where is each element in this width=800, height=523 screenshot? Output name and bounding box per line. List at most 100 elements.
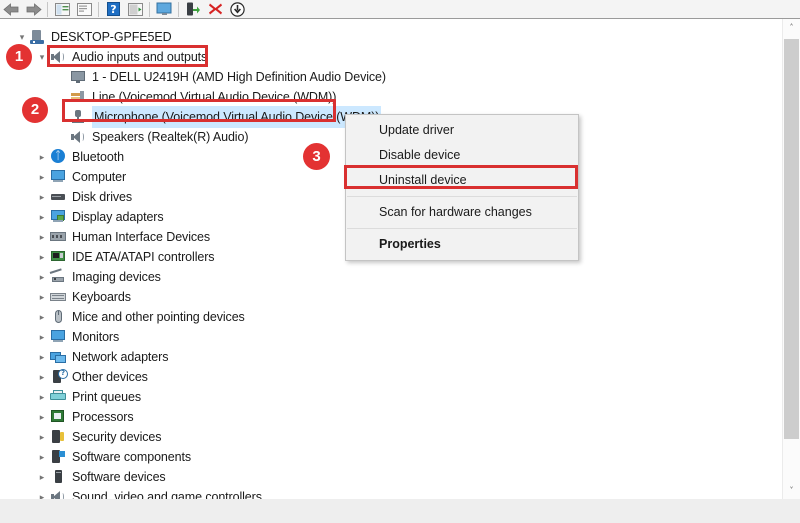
scan-hardware-glyph	[127, 2, 143, 16]
tree-item-dell-u2419h[interactable]: 1 - DELL U2419H (AMD High Definition Aud…	[54, 67, 386, 87]
other-device-icon: ?	[50, 369, 68, 385]
annotation-badge-1: 1	[6, 44, 32, 70]
annotation-badge-2: 2	[22, 97, 48, 123]
back-icon[interactable]	[0, 0, 22, 18]
tree-item-label: Computer	[72, 170, 127, 184]
device-plus-glyph	[187, 2, 200, 16]
chevron-right-icon[interactable]: ▸	[34, 487, 50, 499]
scrollbar-thumb[interactable]	[784, 39, 799, 439]
software-component-icon	[50, 449, 67, 465]
tree-item-label: Imaging devices	[72, 270, 161, 284]
chevron-right-icon[interactable]: ▸	[34, 367, 50, 387]
tree-item-keyboards[interactable]: ▸ Keyboards	[34, 287, 131, 307]
chevron-down-icon[interactable]: ▾	[34, 47, 50, 67]
network-adapter-icon	[50, 349, 67, 365]
tree-item-bluetooth[interactable]: ▸ ᛏ Bluetooth	[34, 147, 124, 167]
tree-item-label: Bluetooth	[72, 150, 124, 164]
scan-hardware-changes-icon[interactable]	[124, 0, 146, 18]
security-device-icon	[50, 429, 67, 445]
menu-separator	[347, 228, 577, 229]
printer-icon	[50, 389, 67, 405]
update-driver-icon[interactable]	[153, 0, 175, 18]
forward-icon[interactable]	[22, 0, 44, 18]
toolbar-separator	[98, 1, 99, 17]
red-x-glyph	[208, 3, 222, 15]
tree-item-ide-ata-atapi-controllers[interactable]: ▸ IDE ATA/ATAPI controllers	[34, 247, 215, 267]
tree-item-root[interactable]: ▾ DESKTOP-GPFE5ED	[14, 27, 172, 47]
mouse-icon	[50, 309, 67, 325]
chevron-right-icon[interactable]: ▸	[34, 147, 50, 167]
console-tree-glyph	[54, 2, 70, 16]
chevron-right-icon[interactable]: ▸	[34, 387, 50, 407]
human-interface-device-icon	[50, 229, 67, 245]
tree-item-label: Microphone (Voicemod Virtual Audio Devic…	[92, 106, 382, 128]
chevron-right-icon[interactable]: ▸	[34, 287, 50, 307]
toolbar-separator	[178, 1, 179, 17]
annotation-badge-3: 3	[303, 143, 330, 170]
tree-item-label: Sound, video and game controllers	[72, 490, 262, 499]
menu-item-disable-device[interactable]: Disable device	[346, 143, 578, 168]
tree-item-other-devices[interactable]: ▸ ? Other devices	[34, 367, 148, 387]
show-hide-console-tree-icon[interactable]	[51, 0, 73, 18]
processor-icon	[50, 409, 67, 425]
tree-item-print-queues[interactable]: ▸ Print queues	[34, 387, 141, 407]
tree-item-display-adapters[interactable]: ▸ Display adapters	[34, 207, 164, 227]
chevron-right-icon[interactable]: ▸	[34, 447, 50, 467]
speaker-icon	[70, 129, 87, 145]
svg-text:?: ?	[110, 3, 116, 16]
chevron-right-icon[interactable]: ▸	[34, 207, 50, 227]
speaker-icon	[50, 49, 67, 65]
scroll-down-icon[interactable]: ˅	[783, 482, 800, 499]
menu-item-uninstall-device[interactable]: Uninstall device	[346, 168, 578, 193]
context-menu[interactable]: Update driver Disable device Uninstall d…	[345, 114, 579, 261]
chevron-right-icon[interactable]: ▸	[34, 267, 50, 287]
tree-item-label: Software components	[72, 450, 191, 464]
tree-item-label: Line (Voicemod Virtual Audio Device (WDM…	[92, 90, 337, 104]
tree-item-label: Network adapters	[72, 350, 169, 364]
tree-item-line-voicemod[interactable]: Line (Voicemod Virtual Audio Device (WDM…	[54, 87, 336, 107]
uninstall-device-icon[interactable]	[204, 0, 226, 18]
menu-item-scan-for-hardware-changes[interactable]: Scan for hardware changes	[346, 200, 578, 225]
tree-item-human-interface-devices[interactable]: ▸ Human Interface Devices	[34, 227, 210, 247]
tree-item-speakers-realtek[interactable]: Speakers (Realtek(R) Audio)	[54, 127, 249, 147]
tree-item-mice-and-other-pointing-devices[interactable]: ▸ Mice and other pointing devices	[34, 307, 245, 327]
tree-item-processors[interactable]: ▸ Processors	[34, 407, 134, 427]
tree-item-microphone-voicemod[interactable]: Microphone (Voicemod Virtual Audio Devic…	[54, 106, 382, 128]
display-adapter-icon	[50, 209, 67, 225]
tree-item-monitors[interactable]: ▸ Monitors	[34, 327, 119, 347]
tree-item-security-devices[interactable]: ▸ Security devices	[34, 427, 162, 447]
tree-item-disk-drives[interactable]: ▸ Disk drives	[34, 187, 132, 207]
tree-item-label: Speakers (Realtek(R) Audio)	[92, 130, 249, 144]
menu-item-properties[interactable]: Properties	[346, 232, 578, 257]
bottom-band	[0, 499, 800, 523]
chevron-right-icon[interactable]: ▸	[34, 347, 50, 367]
chevron-right-icon[interactable]: ▸	[34, 227, 50, 247]
menu-item-update-driver[interactable]: Update driver	[346, 118, 578, 143]
tree-item-software-devices[interactable]: ▸ Software devices	[34, 467, 166, 487]
scroll-up-icon[interactable]: ˄	[783, 19, 800, 36]
chevron-right-icon[interactable]: ▸	[34, 307, 50, 327]
chevron-right-icon[interactable]: ▸	[34, 467, 50, 487]
tree-item-network-adapters[interactable]: ▸ Network adapters	[34, 347, 169, 367]
properties-icon[interactable]	[73, 0, 95, 18]
enable-device-icon[interactable]	[182, 0, 204, 18]
toolbar-separator	[149, 1, 150, 17]
tree-item-audio-inputs-and-outputs[interactable]: ▾ Audio inputs and outputs	[34, 47, 208, 67]
back-arrow-glyph	[2, 2, 18, 16]
download-icon[interactable]	[226, 0, 248, 18]
help-icon[interactable]: ?	[102, 0, 124, 18]
chevron-right-icon[interactable]: ▸	[34, 187, 50, 207]
speaker-icon	[50, 489, 67, 499]
tree-item-computer[interactable]: ▸ Computer	[34, 167, 126, 187]
chevron-right-icon[interactable]: ▸	[34, 327, 50, 347]
tree-item-sound-video-and-game-controllers[interactable]: ▸ Sound, video and game controllers	[34, 487, 262, 499]
tree-item-imaging-devices[interactable]: ▸ Imaging devices	[34, 267, 161, 287]
chevron-right-icon[interactable]: ▸	[34, 407, 50, 427]
vertical-scrollbar[interactable]: ˄ ˅	[782, 19, 800, 499]
chevron-right-icon[interactable]: ▸	[34, 427, 50, 447]
keyboard-icon	[50, 289, 67, 305]
chevron-right-icon[interactable]: ▸	[34, 247, 50, 267]
tree-item-software-components[interactable]: ▸ Software components	[34, 447, 191, 467]
bluetooth-icon: ᛏ	[50, 149, 67, 165]
chevron-right-icon[interactable]: ▸	[34, 167, 50, 187]
